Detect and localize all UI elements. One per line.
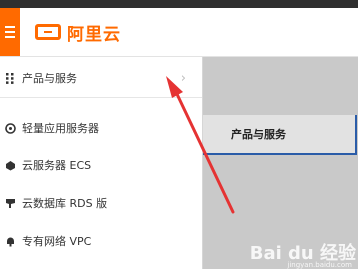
network-icon — [0, 236, 20, 247]
tab-label: 产品与服务 — [231, 128, 286, 141]
top-header: 阿里云 — [0, 8, 358, 57]
chevron-right-icon: › — [180, 71, 186, 86]
sidebar-item-label: 云服务器 ECS — [22, 159, 92, 172]
database-icon — [0, 197, 20, 209]
hamburger-menu-icon[interactable] — [0, 8, 20, 56]
aliyun-logo[interactable]: 阿里云 — [35, 20, 121, 45]
sidebar-item-label: 云数据库 RDS 版 — [22, 197, 108, 210]
watermark-url: jingyan.baidu.com — [287, 261, 352, 269]
sidebar-item-label: 专有网络 VPC — [22, 235, 92, 248]
sidebar-item-rds[interactable]: 云数据库 RDS 版 — [0, 184, 202, 222]
grid-icon — [0, 72, 20, 84]
sidebar-item-ecs[interactable]: 云服务器 ECS — [0, 146, 202, 184]
server-icon — [0, 122, 20, 134]
sidebar-item-light-server[interactable]: 轻量应用服务器 — [0, 109, 202, 147]
brand-name: 阿里云 — [67, 24, 121, 45]
tab-products[interactable]: 产品与服务 — [203, 115, 357, 155]
sidebar-item-products[interactable]: 产品与服务 › — [0, 59, 202, 98]
sidebar-item-label: 轻量应用服务器 — [22, 122, 99, 135]
logo-mark-icon — [35, 24, 61, 40]
window-top-bar — [0, 0, 358, 8]
sidebar-item-vpc[interactable]: 专有网络 VPC — [0, 222, 202, 260]
sidebar: 产品与服务 › 轻量应用服务器 云服务器 ECS 云数据库 RDS 版 专有网络… — [0, 57, 203, 269]
content-area: 产品与服务 — [203, 57, 358, 269]
cloud-icon — [0, 160, 20, 171]
sidebar-item-label: 产品与服务 — [22, 72, 77, 85]
